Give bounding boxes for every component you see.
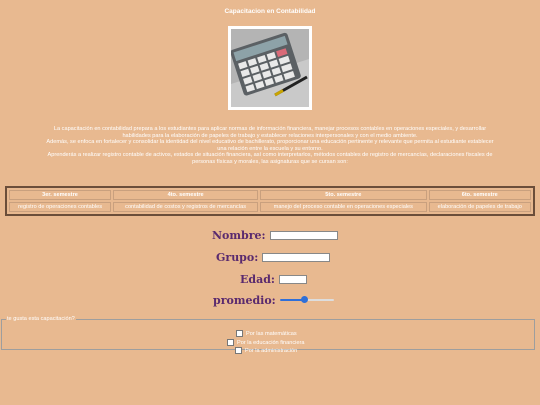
grupo-row: Grupo:	[216, 250, 331, 264]
intro-line: habilidades para la elaboración de papel…	[122, 132, 418, 139]
edad-input[interactable]	[278, 274, 307, 284]
promedio-label: promedio:	[213, 293, 276, 307]
nombre-input[interactable]	[269, 230, 338, 240]
calculator-image	[228, 26, 312, 110]
intro-text: La capacitación en contabilidad prepara …	[0, 126, 540, 166]
nombre-label: Nombre:	[212, 228, 266, 242]
intro-line: La capacitación en contabilidad prepara …	[53, 126, 487, 132]
column-header: 4to. semestre	[113, 190, 259, 200]
intro-line: personas físicas y morales, las asignatu…	[192, 158, 348, 165]
intro-line: Además, se enfoca en fortalecer y consol…	[46, 139, 494, 146]
option-administracion[interactable]: Por la administración	[235, 347, 297, 354]
option-educacion-financiera[interactable]: Por la educación financiera	[227, 339, 304, 346]
edad-row: Edad:	[240, 272, 307, 286]
preference-legend: te gusta esta capacitación?	[7, 316, 75, 322]
grupo-label: Grupo:	[216, 250, 259, 264]
table-cell: elaboración de papeles de trabajo	[428, 202, 531, 212]
preference-fieldset: te gusta esta capacitación? Por las mate…	[1, 316, 535, 354]
grupo-input[interactable]	[262, 252, 331, 262]
table-header-row: 3er. semestre 4to. semestre 5to. semestr…	[9, 190, 531, 200]
calculator-photo-icon	[231, 29, 309, 107]
table-row: registro de operaciones contables contab…	[9, 202, 531, 212]
option-label: Por las matemáticas	[246, 330, 297, 337]
option-checkbox[interactable]	[227, 339, 234, 346]
column-header: 5to. semestre	[260, 190, 427, 200]
nombre-row: Nombre:	[212, 228, 338, 242]
slider-thumb[interactable]	[300, 296, 308, 303]
table-cell: contabilidad de costos y registros de me…	[113, 202, 259, 212]
column-header: 3er. semestre	[9, 190, 112, 200]
option-label: Por la educación financiera	[237, 339, 305, 346]
table-cell: manejo del proceso contable en operacion…	[260, 202, 427, 212]
promedio-row: promedio:	[213, 293, 334, 307]
intro-line: una relación entre la escuela y su entor…	[217, 145, 323, 152]
option-matematicas[interactable]: Por las matemáticas	[236, 330, 297, 337]
table-cell: registro de operaciones contables	[9, 202, 112, 212]
option-checkbox[interactable]	[235, 347, 242, 354]
option-checkbox[interactable]	[236, 330, 243, 337]
option-label: Por la administración	[245, 347, 298, 354]
column-header: 6to. semestre	[428, 190, 531, 200]
semester-table: 3er. semestre 4to. semestre 5to. semestr…	[5, 186, 535, 216]
page-title: Capacitacion en Contabilidad	[224, 8, 316, 15]
edad-label: Edad:	[240, 272, 275, 286]
intro-line: Aprenderás a realizar registro contable …	[47, 152, 493, 159]
promedio-slider[interactable]	[279, 296, 334, 304]
